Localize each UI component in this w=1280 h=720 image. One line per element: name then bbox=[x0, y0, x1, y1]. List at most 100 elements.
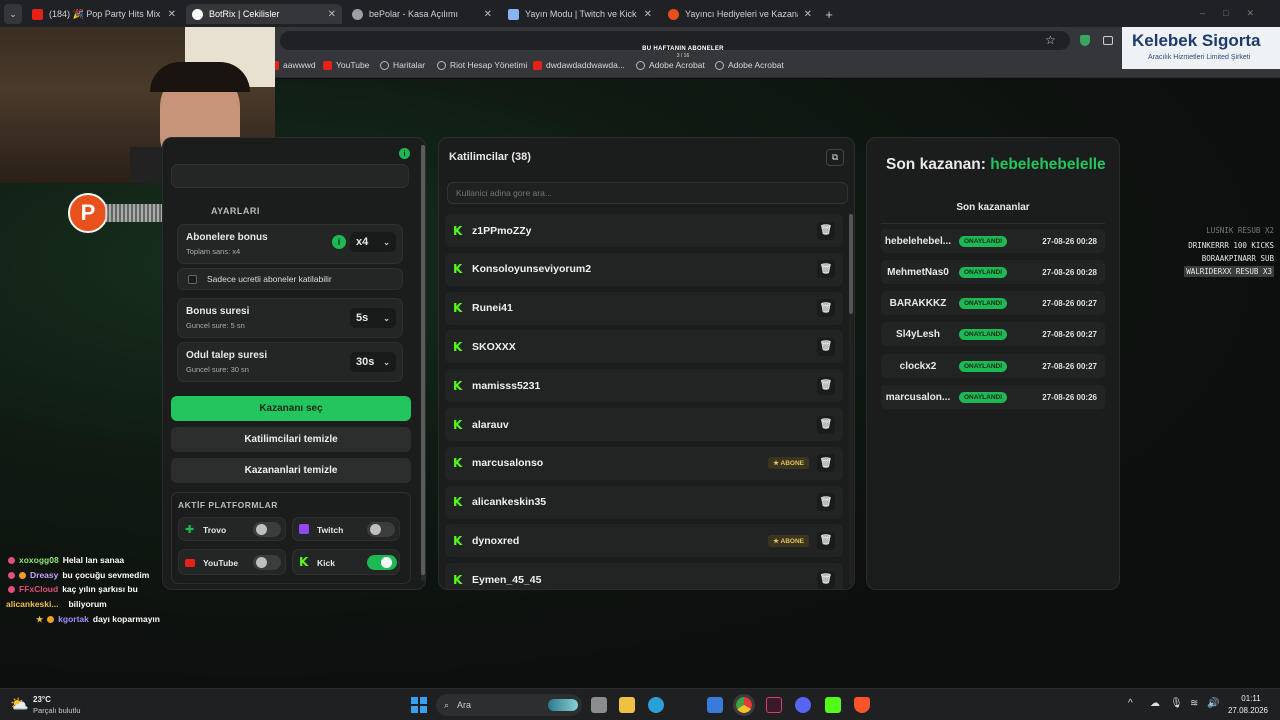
star-icon: ★ bbox=[36, 614, 44, 624]
participant-row[interactable]: K Runei41 🗑 bbox=[445, 291, 843, 325]
discord-icon[interactable] bbox=[795, 697, 811, 713]
settings-panel: i AYARLARI Abonelere bonus Toplam sans: … bbox=[162, 137, 426, 590]
tab-youtube[interactable]: (184) 🎉 Pop Party Hits Mix #0 ✕ bbox=[26, 4, 182, 24]
youtube-toggle[interactable] bbox=[253, 555, 281, 570]
network-icon[interactable]: ☁ bbox=[1150, 698, 1160, 709]
trash-icon[interactable]: 🗑 bbox=[817, 299, 835, 318]
clear-participants-button[interactable]: Katilimcilari temizle bbox=[171, 427, 411, 452]
folder-icon[interactable] bbox=[619, 697, 635, 713]
edge-icon[interactable] bbox=[648, 697, 664, 713]
chevron-down-icon: ⌄ bbox=[9, 8, 17, 19]
pick-winner-button[interactable]: Kazananı seç bbox=[171, 396, 411, 421]
close-icon[interactable]: ✕ bbox=[168, 9, 176, 20]
close-icon[interactable]: ✕ bbox=[328, 9, 336, 20]
trash-icon[interactable]: 🗑 bbox=[817, 531, 835, 550]
participant-row[interactable]: Kmamisss5231 🗑 bbox=[445, 369, 843, 403]
chevron-down-icon: ⌄ bbox=[383, 313, 390, 323]
bookmark-item[interactable]: dwdawdaddwawda... bbox=[533, 60, 625, 70]
copy-icon[interactable]: ⧉ bbox=[826, 149, 844, 166]
winner-row: marcusalon... ONAYLANDI 27-08-26 00:26 bbox=[881, 385, 1105, 409]
approved-badge: ONAYLANDI bbox=[959, 297, 1008, 309]
close-icon[interactable]: ✕ bbox=[644, 9, 652, 20]
trash-icon[interactable]: 🗑 bbox=[817, 376, 835, 395]
approved-badge: ONAYLANDI bbox=[959, 235, 1008, 247]
kick-icon: K bbox=[453, 378, 463, 393]
brave-icon[interactable] bbox=[854, 697, 870, 713]
start-icon[interactable] bbox=[411, 697, 427, 713]
paid-only-setting[interactable]: Sadece ucretli aboneler katilabilir bbox=[177, 268, 403, 290]
clock-date[interactable]: 27.08.2026 bbox=[1222, 706, 1274, 715]
close-icon[interactable]: ✕ bbox=[484, 9, 492, 20]
trash-icon[interactable]: 🗑 bbox=[817, 415, 835, 434]
approved-badge: ONAYLANDI bbox=[959, 266, 1008, 278]
sponsor-logo: Kelebek Sigorta Aracılık Hizmetleri Limi… bbox=[1122, 27, 1280, 69]
kick-toggle[interactable] bbox=[367, 555, 397, 570]
participant-row[interactable]: Kz1PPmoZZy 🗑 bbox=[445, 214, 843, 247]
microphone-icon[interactable]: 🎙 bbox=[1170, 698, 1183, 709]
trovo-toggle[interactable] bbox=[253, 522, 281, 537]
globe-icon bbox=[437, 60, 446, 70]
badge-icon bbox=[8, 556, 15, 564]
settings-top-field[interactable] bbox=[171, 164, 409, 188]
taskbar-search[interactable]: ⌕ Ara bbox=[436, 694, 582, 716]
tab-yayin-modu[interactable]: Yayın Modu | Twitch ve Kick ile ✕ bbox=[502, 4, 658, 24]
bookmark-item[interactable]: Riot Hesap Yönetimi bbox=[437, 60, 527, 70]
trash-icon[interactable]: 🗑 bbox=[817, 570, 835, 589]
participant-row[interactable]: K Eymen_45_45 🗑 bbox=[445, 563, 843, 589]
window-controls[interactable]: –□✕ bbox=[1200, 8, 1272, 19]
winner-row: MehmetNas0 ONAYLANDI 27-08-26 00:28 bbox=[881, 260, 1105, 284]
badge-icon bbox=[47, 615, 55, 623]
info-icon[interactable]: i bbox=[332, 235, 346, 249]
kick-app-icon[interactable] bbox=[825, 697, 841, 713]
chevron-down-icon: ⌄ bbox=[383, 357, 390, 367]
youtube-icon bbox=[323, 60, 332, 70]
winner-row: Sl4yLesh ONAYLANDI 27-08-26 00:27 bbox=[881, 322, 1105, 346]
tab-hediyeler[interactable]: Yayıncı Hediyeleri ve Kazananla✕ bbox=[662, 4, 818, 24]
bookmark-item[interactable]: Haritalar bbox=[380, 60, 425, 70]
bookmark-item[interactable]: Adobe Acrobat bbox=[636, 60, 705, 70]
chrome-icon[interactable] bbox=[733, 694, 755, 716]
bonus-select[interactable]: x4 ⌄ bbox=[350, 232, 396, 252]
trash-icon[interactable]: 🗑 bbox=[817, 260, 835, 279]
new-tab-button[interactable]: + bbox=[820, 4, 838, 24]
twitch-toggle[interactable] bbox=[367, 522, 395, 537]
info-icon[interactable]: i bbox=[399, 148, 410, 159]
shield-icon[interactable] bbox=[1080, 35, 1090, 46]
participant-row[interactable]: Kalicankeskin35 🗑 bbox=[445, 485, 843, 519]
bookmark-item[interactable]: YouTube bbox=[323, 60, 369, 70]
task-view-icon[interactable] bbox=[591, 697, 607, 713]
tab-list-button[interactable]: ⌄ bbox=[4, 4, 22, 24]
app-icon[interactable] bbox=[766, 697, 782, 713]
participant-row[interactable]: K Konsoloyunseviyorum2 🗑 bbox=[445, 252, 843, 286]
star-icon[interactable]: ☆ bbox=[1045, 33, 1056, 47]
paid-only-checkbox[interactable] bbox=[188, 274, 197, 284]
trash-icon[interactable]: 🗑 bbox=[817, 493, 835, 512]
bookmark-item[interactable]: aawwwd bbox=[270, 60, 316, 70]
tab-botrix[interactable]: BotRix | Cekilisler ✕ bbox=[186, 4, 342, 24]
settings-scrollbar[interactable] bbox=[421, 145, 425, 581]
trash-icon[interactable]: 🗑 bbox=[817, 337, 835, 356]
wifi-icon[interactable]: ≋ bbox=[1190, 698, 1198, 709]
clear-winners-button[interactable]: Kazananlari temizle bbox=[171, 458, 411, 483]
bonus-time-select[interactable]: 5s ⌄ bbox=[350, 308, 396, 328]
extensions-icon[interactable] bbox=[1103, 36, 1113, 45]
tab-bepolar[interactable]: bePolar - Kasa Açılımı ✕ bbox=[346, 4, 498, 24]
trash-icon[interactable]: 🗑 bbox=[817, 454, 835, 473]
store-icon[interactable] bbox=[707, 697, 723, 713]
trash-icon[interactable]: 🗑 bbox=[817, 221, 835, 240]
chevron-up-icon[interactable]: ^ bbox=[1128, 698, 1133, 709]
participant-row[interactable]: Kalarauv 🗑 bbox=[445, 408, 843, 441]
participant-row[interactable]: Kdynoxred ★ ABONE 🗑 bbox=[445, 524, 843, 558]
participant-row[interactable]: K SKOXXX 🗑 bbox=[445, 330, 843, 364]
bookmark-item[interactable]: Adobe Acrobat bbox=[715, 60, 784, 70]
participant-search-input[interactable] bbox=[447, 182, 848, 204]
participant-row[interactable]: Kmarcusalonso ★ ABONE 🗑 bbox=[445, 446, 843, 480]
participants-title: Katilimcilar (38) bbox=[449, 151, 531, 163]
globe-icon bbox=[352, 8, 363, 20]
clock-time[interactable]: 01:11 bbox=[1228, 694, 1274, 703]
chat-message: ★ kgortak dayı koparmayın bbox=[36, 614, 160, 624]
participants-scrollbar[interactable] bbox=[849, 214, 853, 584]
speaker-icon[interactable]: 🔊 bbox=[1207, 698, 1219, 709]
close-icon[interactable]: ✕ bbox=[804, 9, 812, 20]
claim-time-select[interactable]: 30s ⌄ bbox=[350, 352, 396, 372]
